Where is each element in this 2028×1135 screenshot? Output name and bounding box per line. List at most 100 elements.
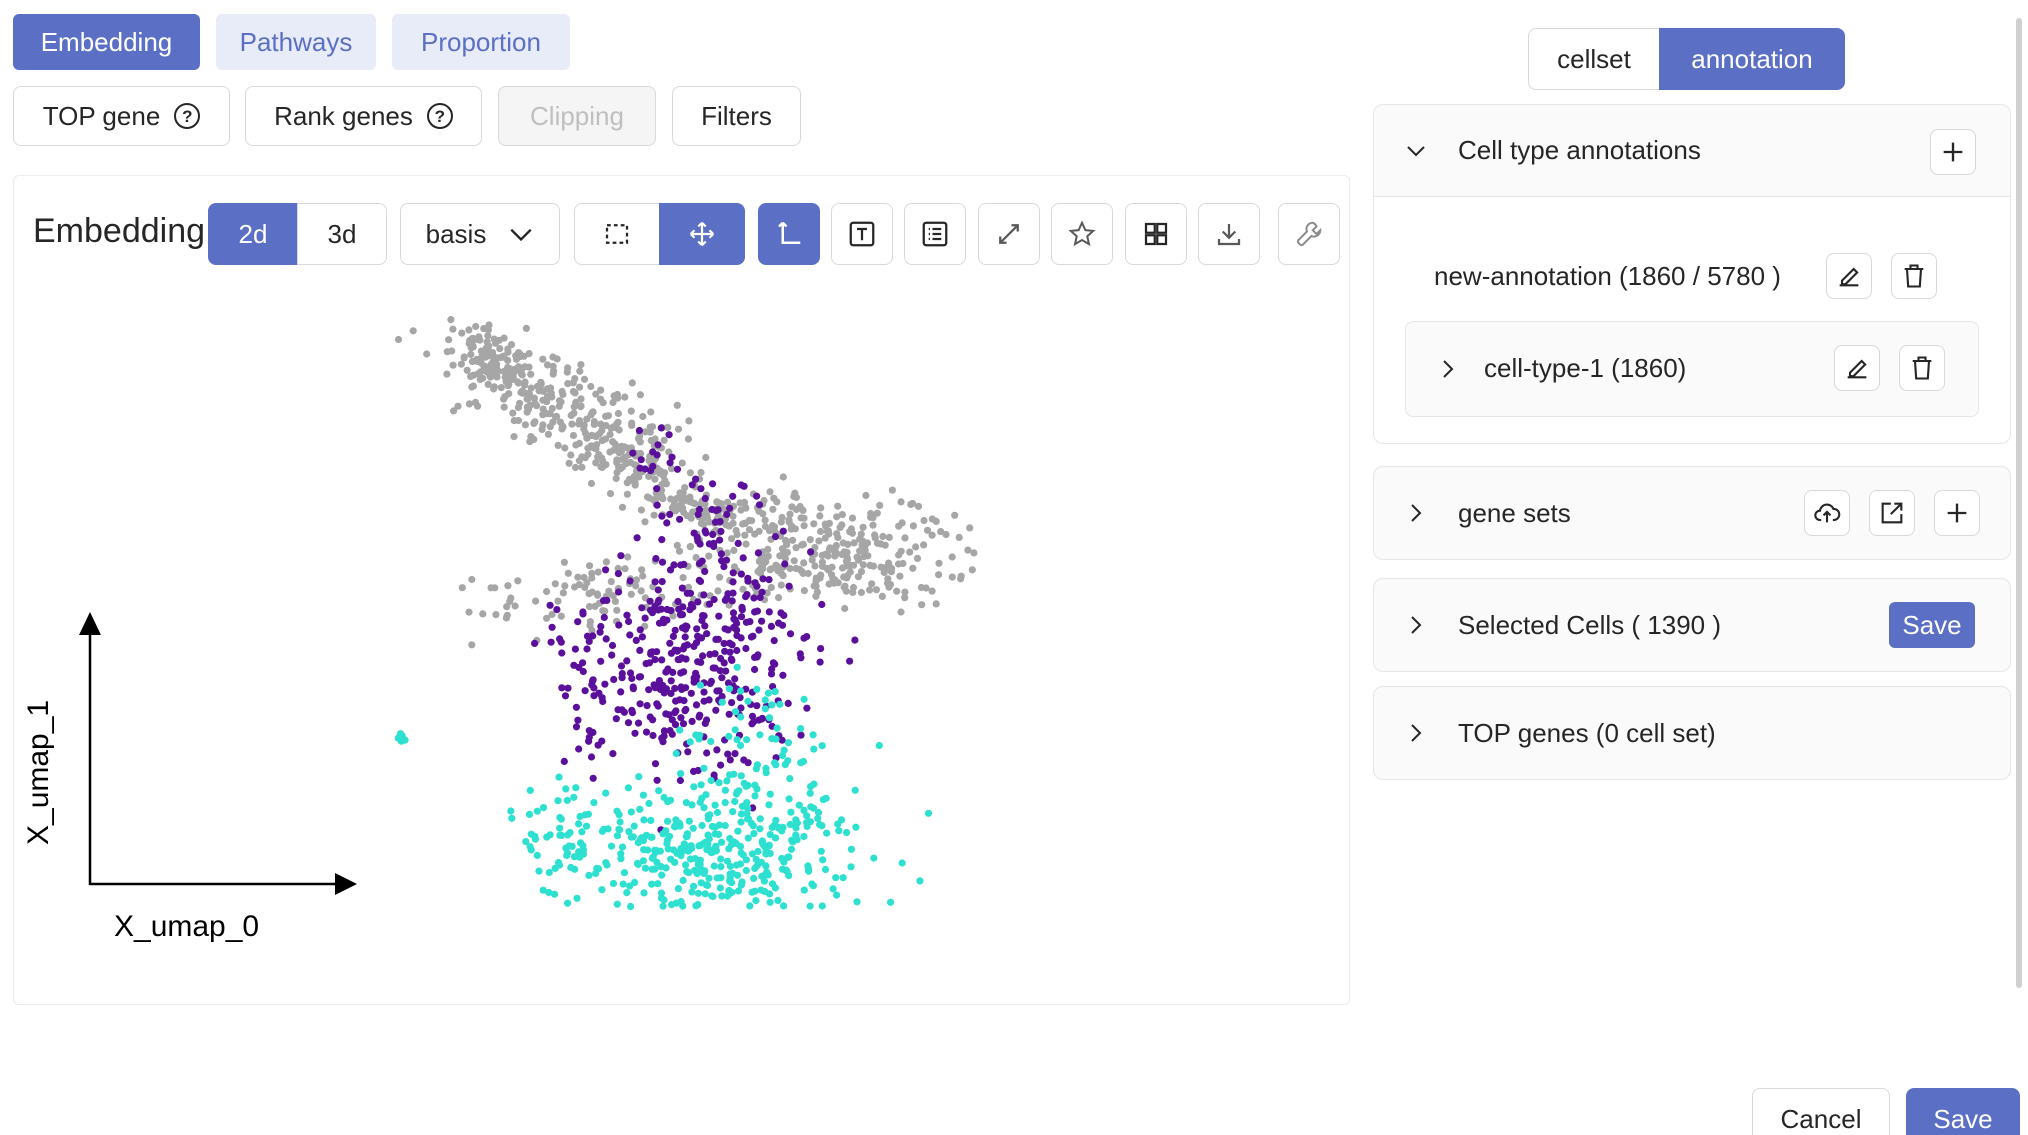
cell-point	[740, 779, 748, 787]
cell-point	[756, 825, 764, 833]
cell-point	[463, 366, 471, 374]
filters-button[interactable]: Filters	[672, 86, 801, 146]
cell-point	[688, 717, 696, 725]
tab-proportion[interactable]: Proportion	[392, 14, 570, 70]
cell-point	[584, 444, 592, 452]
cell-point	[597, 386, 605, 394]
cell-point	[768, 665, 776, 673]
cell-point	[621, 393, 629, 401]
cell-point	[636, 646, 644, 654]
save-selected-cells-button[interactable]: Save	[1889, 602, 1975, 648]
delete-annotation-button[interactable]	[1891, 253, 1937, 299]
cell-point	[526, 843, 534, 851]
wrench-button[interactable]	[1278, 203, 1340, 265]
cell-point	[594, 568, 602, 576]
cell-point	[698, 557, 706, 565]
top-genes-title: TOP genes (0 cell set)	[1458, 717, 1716, 748]
cell-point	[707, 737, 715, 746]
cell-point	[810, 780, 818, 788]
lasso-select-button[interactable]	[574, 203, 660, 265]
basis-select[interactable]: basis	[400, 203, 560, 265]
cell-point	[838, 511, 846, 519]
edit-cell-type-button[interactable]	[1834, 345, 1880, 391]
cell-point	[602, 566, 610, 574]
top-gene-button[interactable]: TOP gene ?	[13, 86, 230, 146]
star-button[interactable]	[1051, 203, 1113, 265]
download-button[interactable]	[1198, 203, 1260, 265]
cell-point	[627, 590, 635, 598]
cellset-toggle[interactable]: cellset	[1528, 28, 1660, 90]
delete-cell-type-button[interactable]	[1899, 345, 1945, 391]
cell-point	[755, 626, 763, 634]
cell-point	[778, 545, 787, 553]
cell-point	[586, 618, 594, 626]
dim-3d-toggle[interactable]: 3d	[297, 203, 387, 265]
cell-point	[484, 332, 492, 340]
rank-genes-button[interactable]: Rank genes ?	[245, 86, 482, 146]
cell-point	[751, 887, 759, 895]
list-button[interactable]	[904, 203, 966, 265]
top-genes-header[interactable]: TOP genes (0 cell set)	[1374, 687, 2010, 779]
cell-point	[737, 772, 745, 780]
cell-point	[817, 645, 825, 653]
pan-button[interactable]	[659, 203, 745, 265]
cell-point	[572, 784, 580, 792]
scrollbar[interactable]	[2016, 18, 2022, 988]
cell-point	[662, 668, 670, 676]
export-gene-set-button[interactable]	[1869, 490, 1915, 536]
add-annotation-button[interactable]	[1930, 129, 1976, 175]
cell-point	[800, 559, 808, 567]
cell-point	[635, 673, 643, 681]
cell-point	[697, 781, 705, 789]
cell-type-annotations-header[interactable]: Cell type annotations	[1374, 105, 2010, 197]
clipping-button[interactable]: Clipping	[498, 86, 656, 146]
cancel-button[interactable]: Cancel	[1752, 1088, 1890, 1135]
cell-point	[751, 530, 759, 538]
cell-point	[748, 850, 757, 858]
umap-scatter-plot[interactable]	[380, 300, 980, 910]
save-button[interactable]: Save	[1906, 1088, 2020, 1135]
cell-point	[912, 543, 920, 551]
cell-point	[760, 872, 768, 880]
tab-pathways[interactable]: Pathways	[216, 14, 376, 70]
upload-gene-set-button[interactable]	[1804, 490, 1850, 536]
cell-point	[970, 549, 978, 557]
cell-point	[577, 402, 585, 410]
grid-button[interactable]	[1125, 203, 1187, 265]
cell-point	[770, 821, 779, 829]
cell-point	[698, 794, 706, 802]
cell-point	[765, 608, 773, 616]
edit-annotation-button[interactable]	[1826, 253, 1872, 299]
cell-point	[823, 564, 831, 573]
cell-point	[728, 535, 736, 543]
cell-point	[537, 378, 545, 386]
tab-embedding[interactable]: Embedding	[13, 14, 200, 70]
cell-point	[728, 656, 736, 664]
dim-2d-toggle[interactable]: 2d	[208, 203, 298, 265]
text-button[interactable]	[831, 203, 893, 265]
cell-point	[799, 757, 808, 766]
cell-point	[878, 592, 886, 600]
cell-point	[607, 578, 615, 586]
axes-button[interactable]	[758, 203, 820, 265]
cell-point	[817, 527, 825, 536]
cell-point	[647, 467, 655, 475]
cell-point	[746, 902, 754, 910]
cell-point	[808, 556, 816, 564]
cell-point	[648, 833, 656, 841]
cell-point	[574, 618, 582, 626]
cell-point	[819, 856, 827, 864]
expand-button[interactable]	[978, 203, 1040, 265]
cell-point	[737, 634, 745, 642]
cell-point	[758, 714, 766, 722]
cell-point	[730, 546, 738, 554]
annotation-toggle[interactable]: annotation	[1659, 28, 1845, 90]
add-gene-set-button[interactable]	[1934, 490, 1980, 536]
cell-point	[771, 884, 779, 892]
cell-point	[771, 533, 780, 541]
cell-point	[746, 618, 754, 626]
cell-point	[609, 423, 617, 431]
cell-point	[715, 830, 723, 839]
cell-point	[800, 514, 808, 522]
cell-point	[680, 668, 688, 676]
